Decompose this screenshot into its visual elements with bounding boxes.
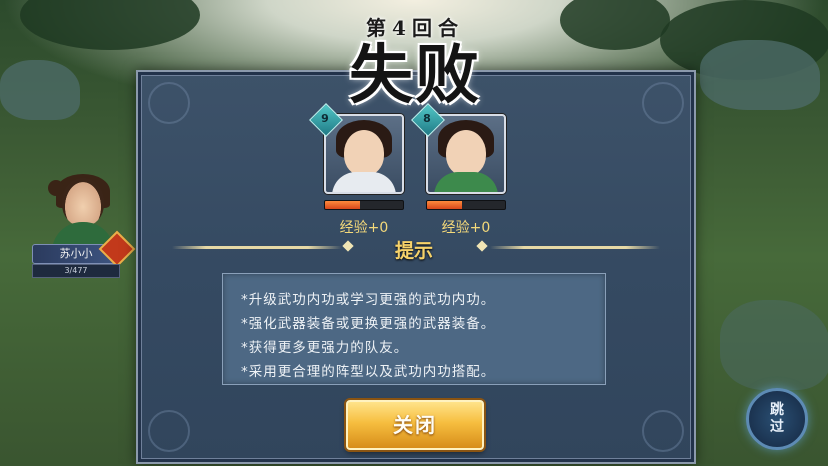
skip-button[interactable]: 跳过: [746, 388, 808, 450]
divider-left: [172, 246, 342, 249]
tip-item: *采用更合理的阵型以及武功内功搭配。: [241, 364, 496, 380]
exp-gain-label: 经验+0: [339, 220, 389, 236]
tip-item: *升级武功内功或学习更强的武功内功。: [241, 292, 496, 308]
tip-item: *获得更多更强力的队友。: [241, 340, 409, 356]
skip-button-label: 跳过: [770, 402, 784, 435]
background-rock: [0, 60, 80, 120]
corner-ornament-icon: [148, 82, 190, 124]
corner-ornament-icon: [642, 410, 684, 452]
tips-title: 提示: [394, 240, 433, 262]
corner-ornament-icon: [642, 82, 684, 124]
corner-ornament-icon: [148, 410, 190, 452]
tip-item: *强化武器装备或更换更强的武器装备。: [241, 316, 496, 332]
background-rock: [700, 40, 820, 110]
player-hp-text: 3/477: [32, 264, 120, 278]
result-header: 第4回合 失败: [330, 6, 500, 113]
background-rock: [720, 300, 828, 390]
divider-right: [490, 246, 660, 249]
exp-gain-label: 经验+0: [441, 220, 491, 236]
exp-progress-fill: [325, 201, 361, 209]
exp-progress-fill: [427, 201, 463, 209]
exp-progress-bar: [426, 200, 506, 210]
exp-progress-bar: [324, 200, 404, 210]
hero-level: 9: [321, 112, 329, 125]
close-button[interactable]: 关闭: [346, 400, 484, 450]
tips-box: *升级武功内功或学习更强的武功内功。 *强化武器装备或更换更强的武器装备。 *获…: [222, 273, 606, 385]
result-title: 失败: [349, 38, 481, 113]
hero-level: 8: [423, 112, 431, 125]
